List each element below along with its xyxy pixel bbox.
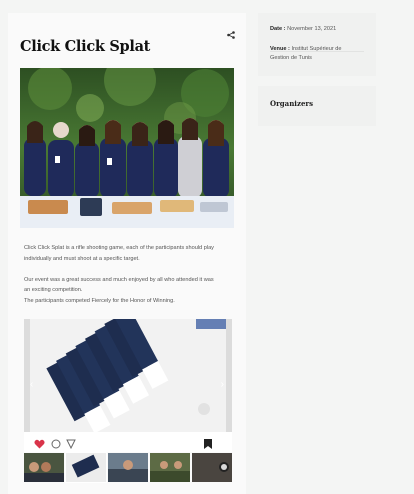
description-line: The participants competed Fiercely for t…: [24, 297, 175, 304]
date-value: November 13, 2021: [287, 26, 337, 32]
thumbnail[interactable]: [150, 453, 190, 482]
venue-label: Venue :: [270, 46, 290, 52]
comment-icon[interactable]: [51, 436, 61, 454]
venue-row: Venue : Institut Supérieur de Gestion de…: [270, 45, 342, 63]
organizers-title: Organizers: [270, 99, 314, 108]
event-description: Click Click Splat is a rifle shooting ga…: [24, 243, 234, 306]
description-line: Our event was a great success and much e…: [24, 276, 214, 283]
thumbnail[interactable]: [192, 453, 232, 482]
thumbnail[interactable]: [24, 453, 64, 482]
event-photo: [20, 68, 234, 228]
heart-icon[interactable]: [34, 436, 45, 454]
event-details-card: Date : November 13, 2021 Venue : Institu…: [258, 13, 376, 76]
chevron-left-icon[interactable]: ‹: [30, 379, 33, 390]
description-line: an exciting competition.: [24, 287, 83, 293]
thumbnail[interactable]: [108, 453, 148, 482]
share-icon[interactable]: [226, 27, 236, 39]
organizers-card: Organizers: [258, 86, 376, 126]
post-actions-bar: [24, 432, 232, 452]
description-line: individually and must shoot at a specifi…: [24, 255, 140, 262]
date-label: Date :: [270, 26, 286, 32]
thumbnail[interactable]: [65, 452, 107, 483]
chevron-right-icon[interactable]: ›: [221, 379, 224, 390]
venue-value-line1: Institut Supérieur de: [291, 46, 342, 52]
thumbnail-strip: [24, 452, 232, 483]
date-row: Date : November 13, 2021: [270, 25, 336, 34]
venue-value-line2: Gestion de Tunis: [270, 55, 312, 61]
send-icon[interactable]: [66, 436, 76, 454]
description-line: Click Click Splat is a rifle shooting ga…: [24, 245, 214, 251]
event-title: Click Click Splat: [20, 38, 151, 55]
bookmark-icon[interactable]: [204, 436, 212, 454]
